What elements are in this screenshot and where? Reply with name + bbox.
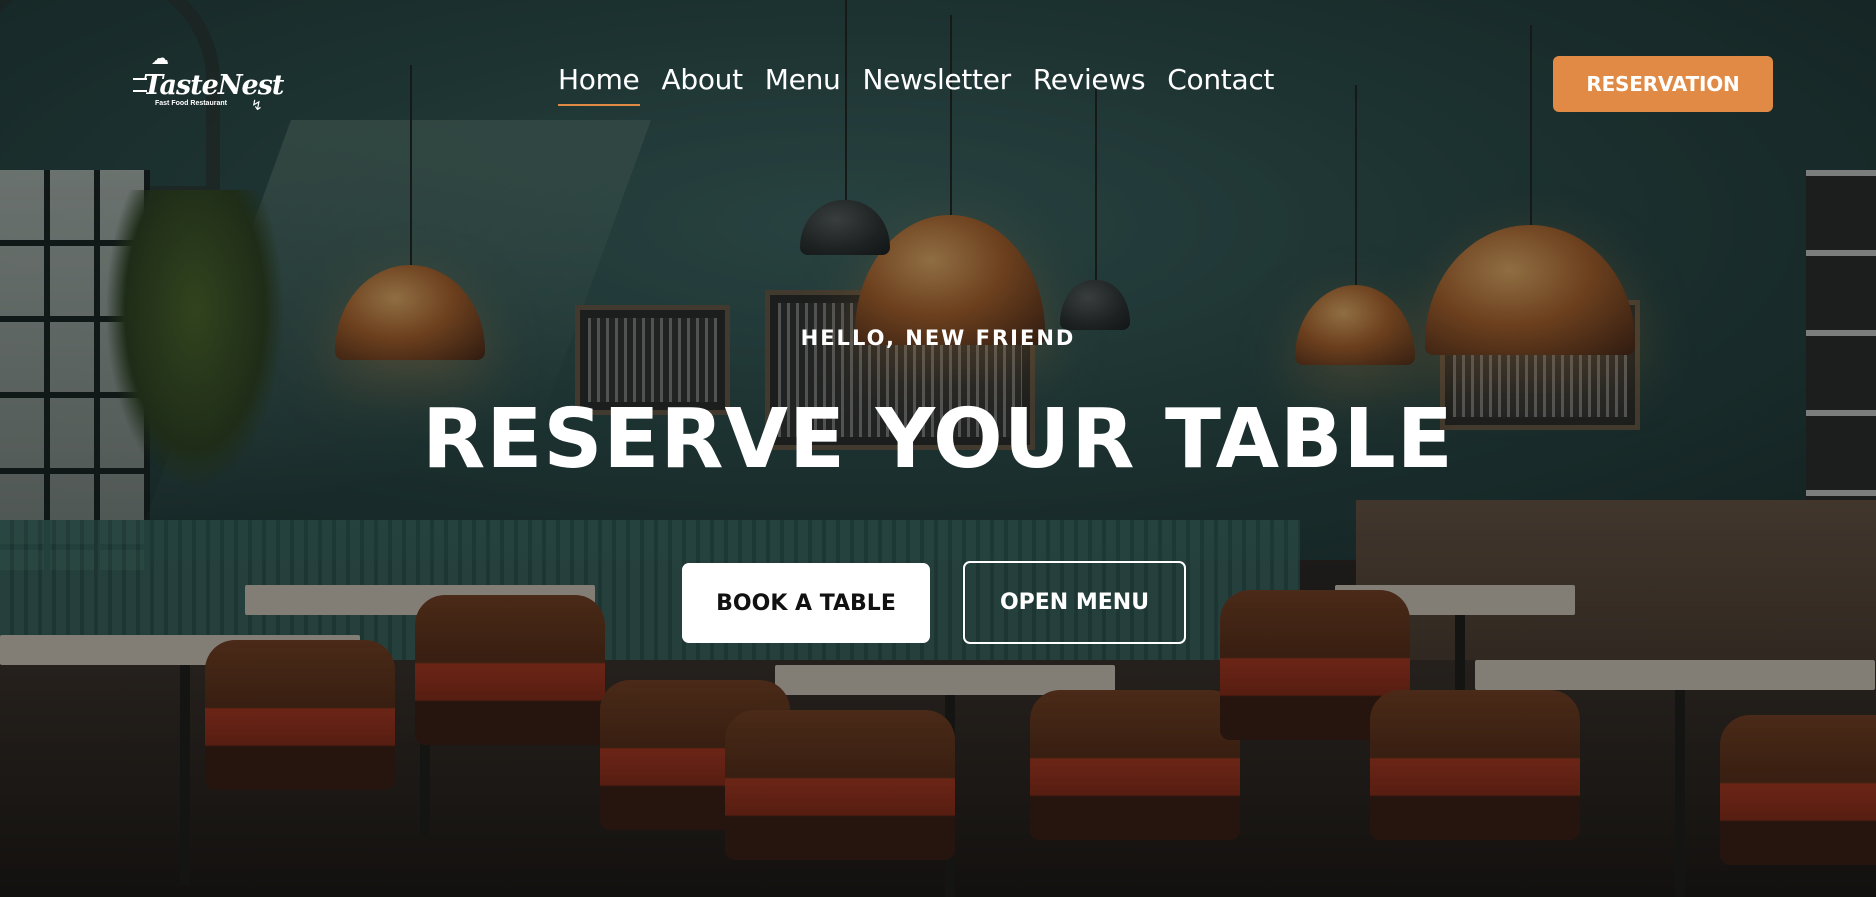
nav-item-menu[interactable]: Menu — [765, 63, 841, 106]
site-header: ☁ TasteNest Fast Food Restaurant ↯ Home … — [0, 0, 1876, 165]
nav-item-newsletter[interactable]: Newsletter — [862, 63, 1011, 106]
nav-item-home[interactable]: Home — [558, 63, 640, 106]
main-nav: Home About Menu Newsletter Reviews Conta… — [558, 63, 1274, 106]
brand-name: TasteNest — [143, 70, 284, 101]
nav-item-reviews[interactable]: Reviews — [1033, 63, 1146, 106]
brand-logo[interactable]: ☁ TasteNest Fast Food Restaurant ↯ — [133, 48, 284, 118]
spoon-icon: ↯ — [251, 98, 263, 114]
nav-item-about[interactable]: About — [662, 63, 744, 106]
hero-title: RESERVE YOUR TABLE — [422, 392, 1454, 487]
chef-hat-icon: ☁ — [151, 48, 169, 69]
book-table-button[interactable]: BOOK A TABLE — [682, 563, 930, 643]
open-menu-button[interactable]: OPEN MENU — [963, 561, 1186, 644]
reservation-button[interactable]: RESERVATION — [1553, 56, 1773, 112]
brand-tagline: Fast Food Restaurant — [155, 100, 227, 107]
nav-item-contact[interactable]: Contact — [1167, 63, 1274, 106]
hero-actions: BOOK A TABLE OPEN MENU — [682, 561, 1186, 644]
hero-kicker: HELLO, NEW FRIEND — [800, 326, 1076, 350]
